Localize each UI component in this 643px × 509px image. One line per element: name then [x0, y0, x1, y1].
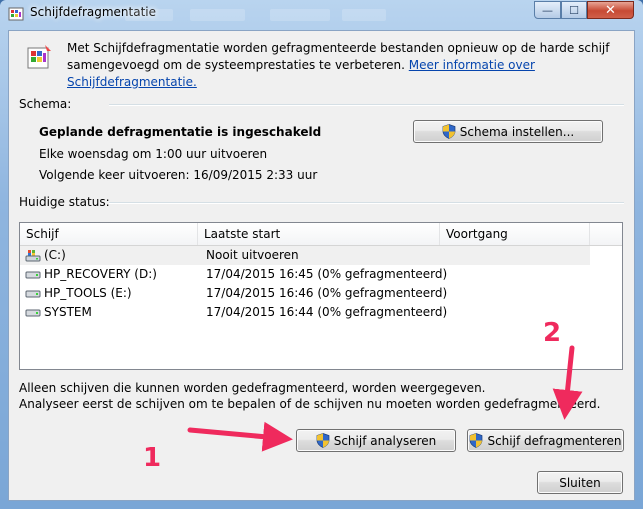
disk-name: HP_RECOVERY (D:): [44, 267, 157, 281]
column-header-progress[interactable]: Voortgang: [440, 223, 590, 245]
disk-row[interactable]: HP_TOOLS (E:) 17/04/2015 16:46 (0% gefra…: [20, 284, 590, 303]
disk-last-start: 17/04/2015 16:46 (0% gefragmenteerd): [206, 286, 448, 300]
defragment-disk-button[interactable]: Schijf defragmenteren: [467, 429, 624, 452]
background-blur: [190, 9, 245, 21]
analyze-disk-label: Schijf analyseren: [333, 433, 437, 448]
column-header-disk[interactable]: Schijf: [20, 223, 198, 245]
disk-last-start: Nooit uitvoeren: [206, 248, 299, 262]
disk-row[interactable]: (C:) Nooit uitvoeren: [20, 246, 590, 265]
disk-list[interactable]: Schijf Laatste start Voortgang (C:) Nooi…: [19, 222, 623, 370]
schedule-frequency: Elke woensdag om 1:00 uur uitvoeren: [39, 147, 268, 161]
analyze-disk-button[interactable]: Schijf analyseren: [296, 429, 456, 452]
drive-icon: [25, 271, 41, 279]
annotation-step-1: 1: [143, 443, 162, 473]
uac-shield-icon: [442, 124, 456, 139]
drive-icon: [25, 309, 41, 317]
disk-name: SYSTEM: [44, 305, 92, 319]
defrag-app-icon: [8, 7, 24, 21]
maximize-button[interactable]: ☐: [561, 1, 587, 19]
uac-shield-icon: [316, 433, 330, 448]
close-button-label: Sluiten: [559, 475, 601, 490]
disk-name: HP_TOOLS (E:): [44, 286, 132, 300]
background-blur: [270, 9, 330, 21]
disk-last-start: 17/04/2015 16:44 (0% gefragmenteerd): [206, 305, 448, 319]
disk-last-start: 17/04/2015 16:45 (0% gefragmenteerd): [206, 267, 448, 281]
annotation-step-2: 2: [543, 318, 562, 348]
minimize-button[interactable]: —: [534, 1, 561, 19]
close-button[interactable]: Sluiten: [537, 471, 623, 494]
disk-row[interactable]: HP_RECOVERY (D:) 17/04/2015 16:45 (0% ge…: [20, 265, 590, 284]
status-divider: [109, 202, 624, 204]
close-window-button[interactable]: ✕: [587, 1, 634, 19]
schedule-status: Geplande defragmentatie is ingeschakeld: [39, 125, 322, 139]
drive-icon: [25, 290, 41, 298]
schedule-next-run: Volgende keer uitvoeren: 16/09/2015 2:33…: [39, 168, 318, 182]
dialog-body: Met Schijfdefragmentatie worden gefragme…: [8, 30, 635, 501]
background-blur: [125, 9, 173, 21]
defrag-window: Schijfdefragmentatie — ☐ ✕ Met Schijfdef…: [0, 0, 643, 509]
disk-list-header: Schijf Laatste start Voortgang: [20, 223, 622, 246]
current-status-label: Huidige status:: [19, 195, 110, 209]
disk-name: (C:): [44, 248, 66, 262]
defrag-icon: [27, 45, 51, 69]
disk-row[interactable]: SYSTEM 17/04/2015 16:44 (0% gefragmentee…: [20, 303, 590, 322]
defragment-disk-label: Schijf defragmenteren: [487, 433, 622, 448]
note-line-2: Analyseer eerst de schijven om te bepale…: [19, 397, 601, 411]
schedule-label: Schema:: [19, 97, 72, 111]
background-blur: [342, 9, 386, 21]
configure-schedule-label: Schema instellen...: [459, 124, 575, 139]
uac-shield-icon: [470, 433, 483, 448]
column-header-last-start[interactable]: Laatste start: [198, 223, 440, 245]
configure-schedule-button[interactable]: Schema instellen...: [413, 120, 603, 143]
intro-text: Met Schijfdefragmentatie worden gefragme…: [67, 40, 627, 91]
system-drive-icon: [25, 250, 41, 262]
title-bar[interactable]: Schijfdefragmentatie — ☐ ✕: [0, 0, 643, 26]
note-line-1: Alleen schijven die kunnen worden gedefr…: [19, 381, 486, 395]
schedule-divider: [109, 104, 624, 106]
